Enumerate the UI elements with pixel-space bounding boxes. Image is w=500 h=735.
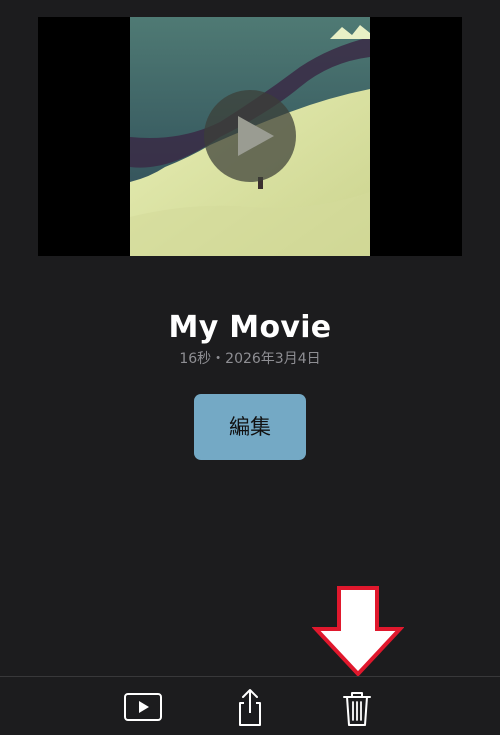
video-thumbnail	[130, 17, 370, 256]
play-icon	[238, 116, 274, 156]
play-rectangle-icon	[124, 693, 162, 721]
video-preview[interactable]	[38, 17, 462, 256]
trash-icon	[343, 692, 371, 726]
play-movie-button[interactable]	[123, 687, 163, 727]
movie-detail-screen: My Movie 16秒・2026年3月4日 編集	[0, 0, 500, 735]
share-icon	[239, 689, 261, 726]
bottom-toolbar	[0, 676, 500, 735]
edit-button[interactable]: 編集	[194, 394, 306, 460]
movie-title: My Movie	[168, 310, 332, 345]
share-button[interactable]	[230, 687, 270, 727]
delete-button[interactable]	[337, 687, 377, 727]
down-arrow-icon	[311, 585, 405, 677]
play-overlay-button[interactable]	[204, 90, 296, 182]
movie-meta: 16秒・2026年3月4日	[179, 351, 321, 367]
